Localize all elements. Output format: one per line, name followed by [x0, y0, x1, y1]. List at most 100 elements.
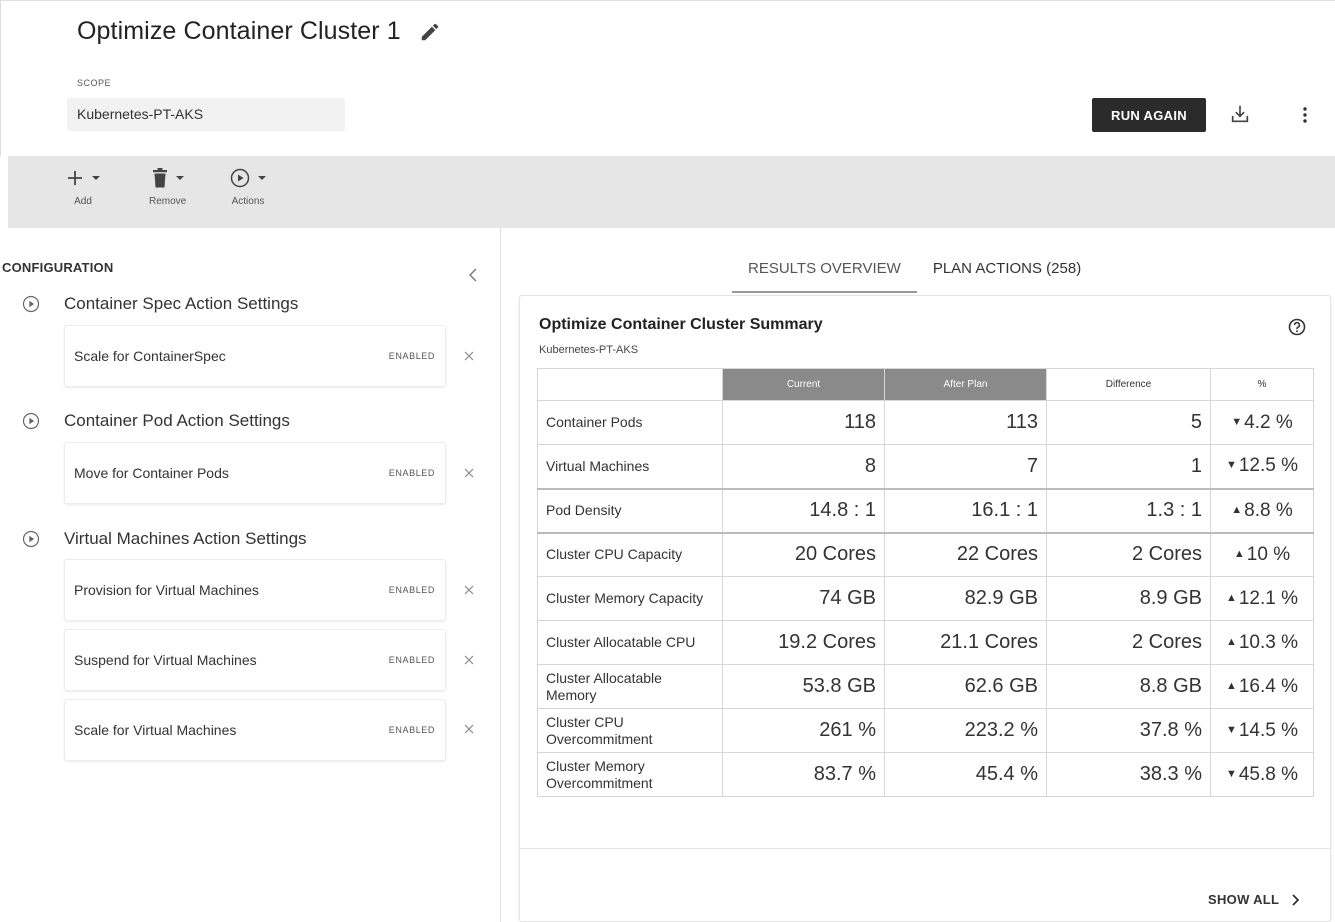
header-metric	[537, 368, 723, 401]
summary-table: Current After Plan Difference % Containe…	[537, 368, 1314, 797]
percent-value: 4.2 %	[1244, 411, 1293, 433]
metric-cell: Virtual Machines	[537, 444, 723, 489]
setting-card[interactable]: Scale for Virtual Machines ENABLED	[64, 699, 446, 761]
setting-label: Scale for Virtual Machines	[74, 722, 237, 738]
summary-subtitle: Kubernetes-PT-AKS	[539, 344, 639, 356]
remove-label: Remove	[149, 196, 187, 207]
configuration-panel: CONFIGURATION Container Spec Action Sett…	[0, 228, 501, 922]
tab-results-overview[interactable]: RESULTS OVERVIEW	[732, 250, 917, 293]
run-again-button[interactable]: RUN AGAIN	[1092, 98, 1206, 132]
triangle-down-icon: ▼	[1225, 459, 1237, 472]
setting-status: ENABLED	[388, 468, 435, 478]
setting-status: ENABLED	[388, 655, 435, 665]
header-difference: Difference	[1046, 368, 1211, 401]
percent-cell: ▼ 12.5 %	[1210, 444, 1314, 489]
table-row: Pod Density 14.8 : 1 16.1 : 1 1.3 : 1 ▲ 8.8 %	[537, 487, 1314, 533]
table-row: Cluster CPU Overcommitment 261 % 223.2 % 37…	[537, 708, 1314, 753]
triangle-up-icon: ▲	[1233, 547, 1245, 560]
table-row: Virtual Machines 8 7 1 ▼ 12.5 %	[537, 444, 1314, 489]
setting-card[interactable]: Suspend for Virtual Machines ENABLED	[64, 629, 446, 691]
percent-cell: ▲ 8.8 %	[1210, 487, 1314, 533]
close-icon[interactable]	[463, 584, 475, 596]
show-all-link[interactable]: SHOW ALL	[1208, 892, 1300, 907]
close-icon[interactable]	[463, 350, 475, 362]
setting-label: Move for Container Pods	[74, 465, 229, 481]
plus-icon	[68, 171, 82, 185]
remove-tool[interactable]: Remove	[149, 166, 186, 207]
trash-icon	[152, 168, 167, 188]
setting-card[interactable]: Move for Container Pods ENABLED	[64, 442, 446, 504]
after-plan-cell: 7	[884, 444, 1047, 489]
after-plan-cell: 21.1 Cores	[884, 620, 1047, 665]
current-cell: 53.8 GB	[722, 664, 885, 709]
difference-cell: 8.8 GB	[1046, 664, 1211, 709]
pencil-icon[interactable]	[419, 21, 441, 43]
caret-down-icon	[92, 176, 100, 180]
scope-field[interactable]: Kubernetes-PT-AKS	[67, 98, 345, 131]
close-icon[interactable]	[463, 467, 475, 479]
difference-cell: 8.9 GB	[1046, 576, 1211, 621]
table-header-row: Current After Plan Difference %	[537, 368, 1314, 401]
difference-cell: 2 Cores	[1046, 620, 1211, 665]
actions-tool[interactable]: Actions	[230, 166, 266, 207]
table-row: Cluster Memory Overcommitment 83.7 % 45.4 …	[537, 752, 1314, 797]
metric-cell: Cluster Allocatable Memory	[537, 664, 723, 709]
percent-value: 16.4 %	[1238, 675, 1299, 697]
metric-cell: Cluster CPU Overcommitment	[537, 708, 723, 753]
setting-status: ENABLED	[388, 351, 435, 361]
group-virtual-machines[interactable]: Virtual Machines Action Settings	[22, 529, 307, 549]
metric-cell: Cluster Memory Capacity	[537, 576, 723, 621]
percent-value: 12.1 %	[1238, 587, 1299, 609]
play-circle-icon	[22, 295, 40, 313]
title-row: Optimize Container Cluster 1	[77, 17, 441, 46]
metric-cell: Cluster Memory Overcommitment	[537, 752, 723, 797]
difference-cell: 2 Cores	[1046, 531, 1211, 577]
triangle-up-icon: ▲	[1225, 591, 1237, 604]
after-plan-cell: 22 Cores	[884, 531, 1047, 577]
setting-status: ENABLED	[388, 585, 435, 595]
plan-header: Optimize Container Cluster 1 SCOPE Kuber…	[0, 0, 1335, 156]
after-plan-cell: 223.2 %	[884, 708, 1047, 753]
add-label: Add	[74, 196, 92, 207]
group-container-pod[interactable]: Container Pod Action Settings	[22, 411, 290, 431]
setting-status: ENABLED	[388, 725, 435, 735]
download-icon[interactable]	[1229, 103, 1251, 125]
caret-down-icon	[258, 176, 266, 180]
play-circle-icon	[22, 412, 40, 430]
table-row: Cluster CPU Capacity 20 Cores 22 Cores 2 Co…	[537, 531, 1314, 577]
tab-plan-actions[interactable]: PLAN ACTIONS (258)	[917, 250, 1097, 293]
triangle-down-icon: ▼	[1225, 723, 1237, 736]
group-label: Container Spec Action Settings	[64, 294, 299, 313]
group-container-spec[interactable]: Container Spec Action Settings	[22, 294, 298, 314]
kebab-icon[interactable]	[1301, 106, 1309, 124]
setting-card[interactable]: Provision for Virtual Machines ENABLED	[64, 559, 446, 621]
table-row: Container Pods 118 113 5 ▼ 4.2 %	[537, 400, 1314, 445]
group-label: Container Pod Action Settings	[64, 411, 290, 430]
summary-card: Optimize Container Cluster Summary Kuber…	[519, 295, 1331, 922]
setting-label: Scale for ContainerSpec	[74, 348, 226, 364]
difference-cell: 1	[1046, 444, 1211, 489]
after-plan-cell: 62.6 GB	[884, 664, 1047, 709]
table-row: Cluster Allocatable CPU 19.2 Cores 21.1 Co…	[537, 620, 1314, 665]
chevron-left-icon[interactable]	[468, 268, 478, 282]
actions-label: Actions	[231, 196, 265, 207]
caret-down-icon	[175, 176, 184, 180]
close-icon[interactable]	[463, 654, 475, 666]
difference-cell: 1.3 : 1	[1046, 487, 1211, 533]
after-plan-cell: 45.4 %	[884, 752, 1047, 797]
metric-cell: Pod Density	[537, 487, 723, 533]
difference-cell: 37.8 %	[1046, 708, 1211, 753]
close-icon[interactable]	[463, 723, 475, 735]
percent-value: 10.3 %	[1238, 631, 1299, 653]
setting-card[interactable]: Scale for ContainerSpec ENABLED	[64, 325, 446, 387]
percent-value: 10 %	[1246, 543, 1291, 565]
triangle-up-icon: ▲	[1225, 679, 1237, 692]
table-row: Cluster Allocatable Memory 53.8 GB 62.6 GB…	[537, 664, 1314, 709]
percent-cell: ▼ 14.5 %	[1210, 708, 1314, 753]
show-all-label: SHOW ALL	[1208, 892, 1280, 907]
after-plan-cell: 82.9 GB	[884, 576, 1047, 621]
header-percent: %	[1210, 368, 1314, 401]
triangle-down-icon: ▼	[1231, 415, 1243, 428]
help-circle-icon[interactable]	[1288, 318, 1306, 336]
add-tool[interactable]: Add	[66, 166, 100, 207]
